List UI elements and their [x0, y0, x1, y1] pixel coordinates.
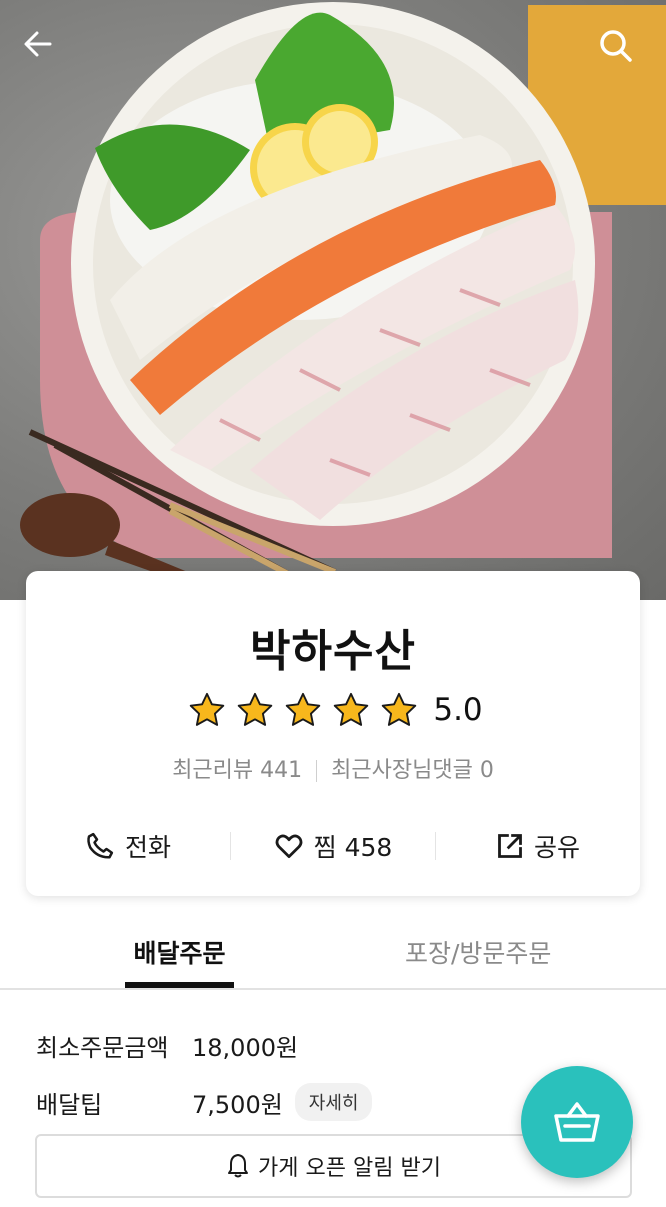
call-label: 전화 [124, 833, 171, 862]
back-button[interactable] [22, 28, 70, 76]
owner-replies-link[interactable]: 최근사장님댓글 0 [331, 758, 494, 783]
favorite-button[interactable]: 찜 458 [231, 828, 435, 864]
arrow-left-icon [24, 31, 52, 57]
store-info-card: 박하수산 5.0 최근리뷰 441 최근사장님댓글 0 전화 찜 458 공유 [26, 571, 640, 896]
call-button[interactable]: 전화 [26, 828, 230, 864]
cart-button[interactable] [521, 1066, 633, 1178]
star-icon [382, 692, 417, 726]
notify-label: 가게 오픈 알림 받기 [258, 1156, 441, 1181]
search-icon [600, 30, 632, 62]
heart-icon [275, 834, 303, 858]
active-tab-indicator [125, 982, 234, 988]
rating-score: 5.0 [433, 692, 483, 728]
star-icon [286, 692, 321, 726]
tip-detail-button[interactable]: 자세히 [294, 1083, 373, 1121]
delivery-tip-row: 배달팁 7,500원 자세히 [36, 1083, 373, 1121]
star-icon [238, 692, 273, 726]
tab-pickup[interactable]: 포장/방문주문 [405, 934, 551, 970]
share-label: 공유 [533, 833, 580, 862]
basket-icon [554, 1102, 600, 1142]
min-order-row: 최소주문금액 18,000원 [36, 1028, 298, 1063]
order-type-tabs: 배달주문 포장/방문주문 [0, 922, 666, 990]
store-name: 박하수산 [250, 626, 416, 677]
phone-icon [87, 832, 114, 859]
rating-row[interactable]: 5.0 [26, 691, 640, 729]
star-icon [334, 692, 369, 726]
bell-icon [228, 1154, 249, 1178]
store-actions: 전화 찜 458 공유 [26, 819, 640, 873]
star-icon [190, 692, 225, 726]
search-button[interactable] [598, 28, 646, 76]
divider [316, 760, 318, 782]
delivery-tip-label: 배달팁 [36, 1090, 103, 1119]
delivery-tip-value: 7,500원 [192, 1090, 283, 1119]
sashimi-platter-photo [20, 2, 666, 585]
favorite-label: 찜 458 [313, 833, 393, 862]
store-hero-image [0, 0, 666, 600]
min-order-label: 최소주문금액 [36, 1034, 169, 1062]
tab-delivery[interactable]: 배달주문 [125, 934, 234, 970]
share-button[interactable]: 공유 [436, 828, 640, 864]
review-stats: 최근리뷰 441 최근사장님댓글 0 [26, 752, 640, 784]
share-icon [498, 834, 522, 858]
min-order-value: 18,000원 [192, 1034, 299, 1062]
recent-reviews-link[interactable]: 최근리뷰 441 [172, 758, 302, 783]
